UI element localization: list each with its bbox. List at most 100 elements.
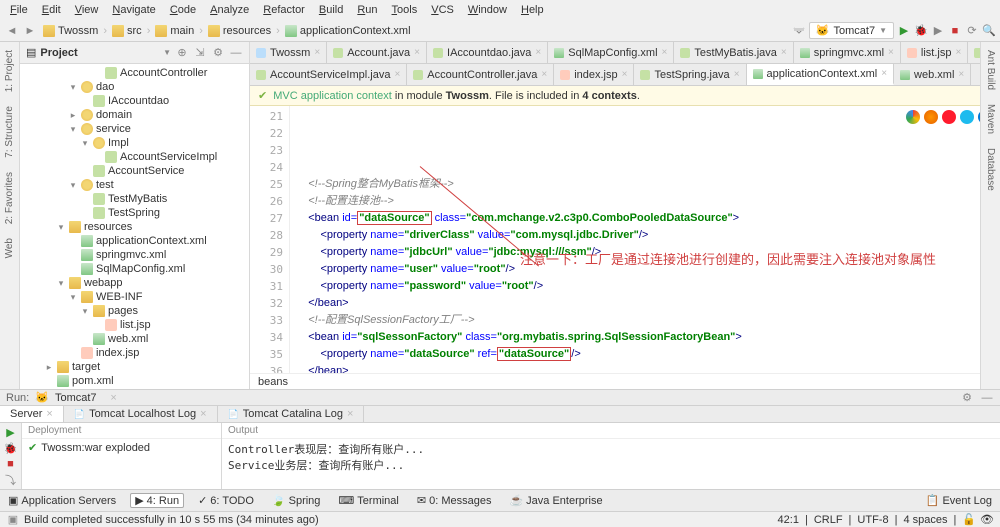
menu-build[interactable]: Build — [313, 2, 349, 18]
scroll-from-source-icon[interactable]: ⊕ — [175, 46, 189, 60]
tree-node-accountcontroller[interactable]: AccountController — [20, 66, 249, 80]
encoding[interactable]: UTF-8 — [857, 514, 888, 526]
tree-node-resources[interactable]: ▾resources — [20, 220, 249, 234]
left-tab-favorites[interactable]: 2: Favorites — [3, 168, 16, 228]
editor-tab-indexjsp[interactable]: index.jsp× — [554, 64, 634, 85]
editor-tab-sqlmapconfigxml[interactable]: SqlMapConfig.xml× — [548, 42, 674, 63]
editor-tab-listjsp[interactable]: list.jsp× — [901, 42, 968, 63]
menu-edit[interactable]: Edit — [36, 2, 67, 18]
tree-node-pages[interactable]: ▾pages — [20, 304, 249, 318]
line-separator[interactable]: CRLF — [814, 514, 843, 526]
editor-tab-webxml[interactable]: web.xml× — [894, 64, 971, 85]
run-button[interactable]: ▶ — [897, 24, 911, 38]
tree-node-target[interactable]: ▸target — [20, 360, 249, 374]
stop-button[interactable]: ■ — [948, 24, 962, 38]
menu-vcs[interactable]: VCS — [425, 2, 460, 18]
menu-navigate[interactable]: Navigate — [106, 2, 161, 18]
menu-code[interactable]: Code — [164, 2, 202, 18]
tw-terminal[interactable]: ⌨Terminal — [334, 494, 402, 507]
tree-node-service[interactable]: ▾service — [20, 122, 249, 136]
tree-node-dao[interactable]: ▾dao — [20, 80, 249, 94]
tw-todo[interactable]: ✓6: TODO — [194, 494, 258, 507]
menu-file[interactable]: File — [4, 2, 34, 18]
tree-node-webinf[interactable]: ▾WEB-INF — [20, 290, 249, 304]
chrome-icon[interactable] — [906, 110, 920, 124]
tree-node-listjsp[interactable]: list.jsp — [20, 318, 249, 332]
update-button[interactable]: ⟳ — [965, 24, 979, 38]
tw-spring[interactable]: 🍃Spring — [268, 494, 325, 507]
settings-icon[interactable]: ⚙ — [211, 46, 225, 60]
breadcrumb-main[interactable]: main — [152, 25, 197, 37]
tree-node-testmybatis[interactable]: TestMyBatis — [20, 192, 249, 206]
project-dropdown-icon[interactable]: ▼ — [163, 48, 171, 57]
tree-node-iaccountdao[interactable]: IAccountdao — [20, 94, 249, 108]
tw-javaenterprise[interactable]: ☕Java Enterprise — [505, 494, 606, 507]
code-editor[interactable]: 21222324252627282930313233343536373839 <… — [250, 106, 1000, 373]
right-tab-maven[interactable]: Maven — [984, 100, 997, 138]
breadcrumb-src[interactable]: src — [109, 25, 145, 37]
menu-tools[interactable]: Tools — [386, 2, 424, 18]
tree-node-impl[interactable]: ▾Impl — [20, 136, 249, 150]
editor-tab-testmybatisjava[interactable]: TestMyBatis.java× — [674, 42, 793, 63]
ie-icon[interactable] — [960, 110, 974, 124]
coverage-button[interactable]: ▶ — [931, 24, 945, 38]
tree-node-twossmiml[interactable]: Twossm.iml — [20, 388, 249, 389]
tree-node-webapp[interactable]: ▾webapp — [20, 276, 249, 290]
tw-messages[interactable]: ✉0: Messages — [413, 494, 496, 507]
tree-node-springmvcxml[interactable]: springmvc.xml — [20, 248, 249, 262]
tree-node-webxml[interactable]: web.xml — [20, 332, 249, 346]
tree-node-accountservice[interactable]: AccountService — [20, 164, 249, 178]
debug-button[interactable]: 🐞 — [914, 24, 928, 38]
tree-node-applicationcontextxml[interactable]: applicationContext.xml — [20, 234, 249, 248]
right-tab-antbuild[interactable]: Ant Build — [984, 46, 997, 94]
editor-tab-springmvcxml[interactable]: springmvc.xml× — [794, 42, 901, 63]
run-tab-tomcatlocalhostlog[interactable]: 📄Tomcat Localhost Log × — [64, 406, 218, 422]
right-tab-database[interactable]: Database — [984, 144, 997, 195]
left-tab-web[interactable]: Web — [3, 234, 16, 262]
deployment-item[interactable]: ✔ Twossm:war exploded — [28, 441, 215, 454]
run-tab-tomcatcatalinalog[interactable]: 📄Tomcat Catalina Log × — [218, 406, 365, 422]
run-tab-server[interactable]: Server × — [0, 406, 64, 422]
left-tab-structure[interactable]: 7: Structure — [3, 102, 16, 162]
code-content[interactable]: <!--Spring整合MyBatis框架--> <!--配置连接池--> <b… — [290, 106, 1000, 373]
inspection-icon[interactable]: 👁 — [980, 513, 994, 526]
breadcrumb-twossm[interactable]: Twossm — [40, 25, 101, 37]
menu-analyze[interactable]: Analyze — [204, 2, 255, 18]
editor-tab-testspringjava[interactable]: TestSpring.java× — [634, 64, 746, 85]
menu-run[interactable]: Run — [351, 2, 383, 18]
editor-tab-accountjava[interactable]: Account.java× — [327, 42, 427, 63]
tree-node-testspring[interactable]: TestSpring — [20, 206, 249, 220]
menu-help[interactable]: Help — [515, 2, 550, 18]
editor-tab-applicationcontextxml[interactable]: applicationContext.xml× — [747, 64, 895, 85]
build-icon[interactable] — [792, 24, 806, 38]
breadcrumb-applicationcontext.xml[interactable]: applicationContext.xml — [282, 25, 414, 37]
nav-back-icon[interactable]: ◄ — [4, 23, 20, 39]
indent[interactable]: 4 spaces — [903, 514, 947, 526]
status-icon[interactable]: ▣ — [6, 513, 20, 527]
tw-applicationservers[interactable]: ▣Application Servers — [4, 494, 120, 507]
event-log-button[interactable]: 📋Event Log — [922, 494, 996, 507]
tree-node-pomxml[interactable]: pom.xml — [20, 374, 249, 388]
rerun-icon[interactable]: ▶ — [4, 425, 18, 439]
collapse-icon[interactable]: ⇲ — [193, 46, 207, 60]
debug-icon[interactable]: 🐞 — [4, 441, 18, 455]
left-tab-project[interactable]: 1: Project — [3, 46, 16, 96]
readonly-icon[interactable]: 🔓 — [962, 513, 976, 526]
tree-node-test[interactable]: ▾test — [20, 178, 249, 192]
exit-icon[interactable]: ⤵ — [4, 473, 18, 487]
firefox-icon[interactable] — [924, 110, 938, 124]
editor-tab-twossm[interactable]: Twossm× — [250, 42, 327, 63]
tree-node-sqlmapconfigxml[interactable]: SqlMapConfig.xml — [20, 262, 249, 276]
hide-icon[interactable]: ― — [229, 46, 243, 60]
nav-fwd-icon[interactable]: ► — [22, 23, 38, 39]
tree-node-indexjsp[interactable]: index.jsp — [20, 346, 249, 360]
tree-node-accountserviceimpl[interactable]: AccountServiceImpl — [20, 150, 249, 164]
output-content[interactable]: Controller表现层：查询所有账户...Service业务层：查询所有账户… — [222, 439, 1000, 489]
close-icon[interactable]: × — [107, 391, 121, 405]
tree-node-domain[interactable]: ▸domain — [20, 108, 249, 122]
menu-window[interactable]: Window — [462, 2, 513, 18]
stop-icon[interactable]: ■ — [4, 457, 18, 471]
breadcrumb-resources[interactable]: resources — [205, 25, 274, 37]
settings-icon[interactable]: ⚙ — [960, 391, 974, 405]
hide-icon[interactable]: ― — [980, 391, 994, 405]
